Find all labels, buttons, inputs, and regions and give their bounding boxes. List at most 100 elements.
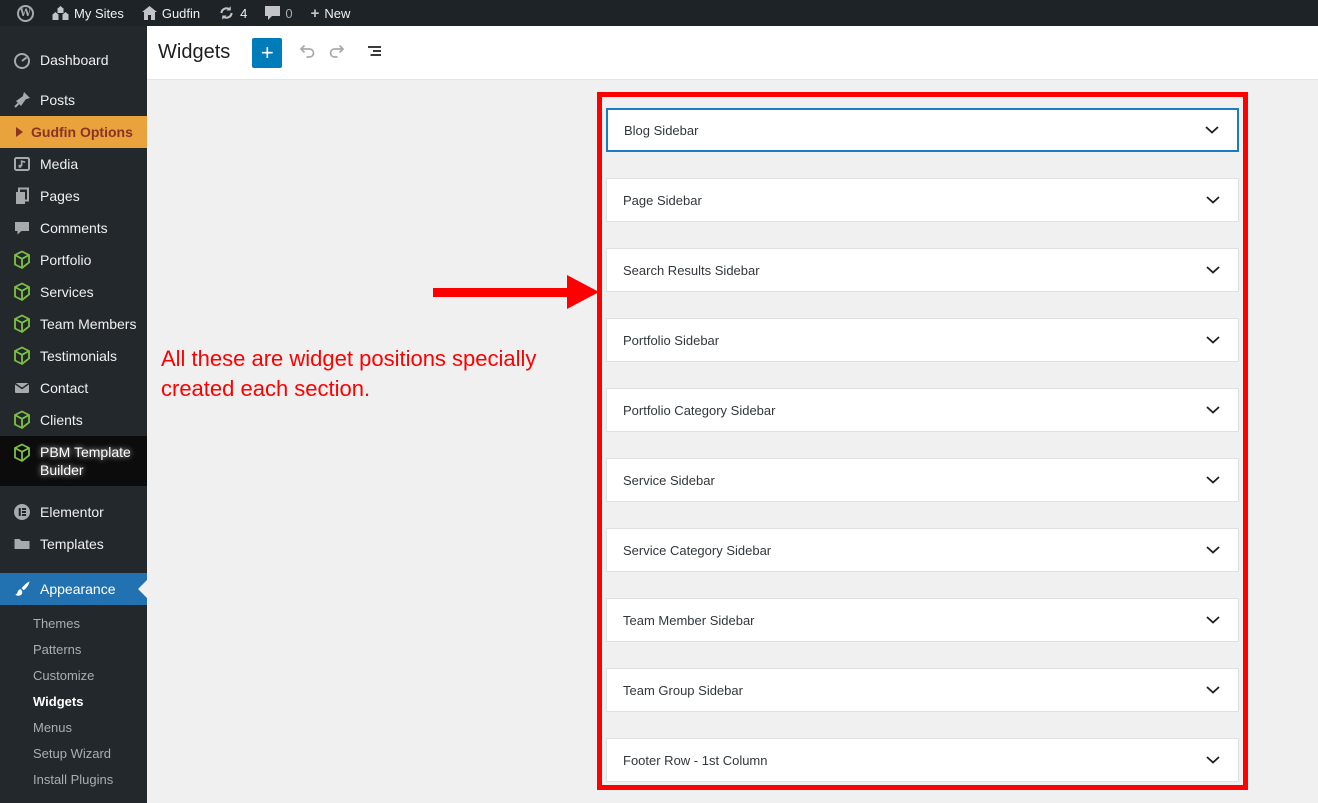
updates-icon (218, 5, 235, 21)
widget-area-portfolio-sidebar[interactable]: Portfolio Sidebar (606, 318, 1239, 362)
new-content-menu[interactable]: + New (302, 0, 360, 26)
pbm-cube-icon (12, 346, 32, 366)
add-block-button[interactable]: + (252, 38, 282, 68)
media-icon (12, 154, 32, 174)
widget-area-label: Search Results Sidebar (623, 263, 760, 278)
widget-area-label: Blog Sidebar (624, 123, 698, 138)
wordpress-logo-icon: W (17, 5, 34, 22)
submenu-item-menus[interactable]: Menus (0, 715, 147, 741)
widget-area-service-category-sidebar[interactable]: Service Category Sidebar (606, 528, 1239, 572)
sidebar-item-elementor[interactable]: Elementor (0, 496, 147, 528)
sidebar-item-services[interactable]: Services (0, 276, 147, 308)
sidebar-item-testimonials[interactable]: Testimonials (0, 340, 147, 372)
home-icon (142, 6, 157, 20)
update-count: 4 (240, 6, 247, 21)
pbm-cube-icon (12, 314, 32, 334)
dashboard-icon (12, 50, 32, 70)
appearance-submenu: Themes Patterns Customize Widgets Menus … (0, 605, 147, 793)
admin-bar: W My Sites Gudfin (0, 0, 1318, 26)
chevron-down-icon (1206, 336, 1220, 344)
annotation-highlight-box: Blog Sidebar Page Sidebar Search Results… (597, 92, 1248, 790)
pbm-cube-icon (12, 410, 32, 430)
sidebar-item-dashboard[interactable]: Dashboard (0, 44, 147, 76)
widget-area-team-member-sidebar[interactable]: Team Member Sidebar (606, 598, 1239, 642)
widget-area-label: Service Category Sidebar (623, 543, 771, 558)
chevron-down-icon (1206, 616, 1220, 624)
pbm-cube-icon (12, 250, 32, 270)
submenu-item-patterns[interactable]: Patterns (0, 637, 147, 663)
pin-icon (12, 90, 32, 110)
chevron-down-icon (1205, 126, 1219, 134)
widget-area-label: Team Member Sidebar (623, 613, 755, 628)
widget-area-service-sidebar[interactable]: Service Sidebar (606, 458, 1239, 502)
chevron-down-icon (1206, 406, 1220, 414)
my-sites-menu[interactable]: My Sites (43, 0, 133, 26)
annotation-arrow-head-icon (567, 275, 599, 309)
sidebar-item-clients[interactable]: Clients (0, 404, 147, 436)
widget-area-label: Team Group Sidebar (623, 683, 743, 698)
submenu-item-themes[interactable]: Themes (0, 611, 147, 637)
folder-icon (12, 534, 32, 554)
sidebar-item-portfolio[interactable]: Portfolio (0, 244, 147, 276)
sidebar-item-media[interactable]: Media (0, 148, 147, 180)
redo-button[interactable] (322, 37, 354, 69)
submenu-item-install-plugins[interactable]: Install Plugins (0, 767, 147, 793)
sidebar-item-comments[interactable]: Comments (0, 212, 147, 244)
redo-icon (328, 41, 348, 64)
submenu-item-widgets[interactable]: Widgets (0, 689, 147, 715)
pages-icon (12, 186, 32, 206)
sidebar-item-templates[interactable]: Templates (0, 528, 147, 560)
sidebar-item-label: Comments (40, 220, 108, 236)
page-title: Widgets (158, 41, 230, 64)
chevron-down-icon (1206, 546, 1220, 554)
admin-sidebar: Dashboard Posts Gudfin Options Media (0, 26, 147, 803)
sidebar-item-contact[interactable]: Contact (0, 372, 147, 404)
sidebar-item-label: Media (40, 156, 78, 172)
chevron-down-icon (1206, 686, 1220, 694)
sidebar-item-team-members[interactable]: Team Members (0, 308, 147, 340)
sidebar-item-label: Portfolio (40, 252, 91, 268)
updates-menu[interactable]: 4 (209, 0, 256, 26)
sidebar-item-label: Contact (40, 380, 88, 396)
chevron-down-icon (1206, 196, 1220, 204)
annotation-arrow (433, 288, 569, 297)
comments-menu[interactable]: 0 (256, 0, 301, 26)
sidebar-item-pages[interactable]: Pages (0, 180, 147, 212)
comment-count: 0 (285, 6, 292, 21)
submenu-item-setup-wizard[interactable]: Setup Wizard (0, 741, 147, 767)
widget-area-footer-row-1st-column[interactable]: Footer Row - 1st Column (606, 738, 1239, 782)
widget-area-search-results-sidebar[interactable]: Search Results Sidebar (606, 248, 1239, 292)
new-label: New (324, 6, 350, 21)
sidebar-item-label: Appearance (40, 581, 116, 597)
sidebar-item-pbm-template-builder[interactable]: PBM Template Builder (0, 436, 147, 486)
sidebar-item-label: Gudfin Options (31, 124, 133, 140)
sidebar-item-label: Dashboard (40, 52, 109, 68)
widget-area-team-group-sidebar[interactable]: Team Group Sidebar (606, 668, 1239, 712)
comment-icon (265, 6, 280, 20)
widget-area-page-sidebar[interactable]: Page Sidebar (606, 178, 1239, 222)
list-view-icon (364, 41, 384, 64)
pbm-cube-icon (12, 282, 32, 302)
sidebar-item-label: Clients (40, 412, 83, 428)
widget-area-portfolio-category-sidebar[interactable]: Portfolio Category Sidebar (606, 388, 1239, 432)
flyout-arrow-icon (16, 127, 23, 137)
site-name-label: Gudfin (162, 6, 200, 21)
undo-button[interactable] (290, 37, 322, 69)
submenu-item-customize[interactable]: Customize (0, 663, 147, 689)
wordpress-menu[interactable]: W (8, 0, 43, 26)
widget-area-label: Page Sidebar (623, 193, 702, 208)
my-sites-label: My Sites (74, 6, 124, 21)
list-view-button[interactable] (358, 37, 390, 69)
widgets-editor-toolbar: Widgets + (147, 26, 1318, 80)
sidebar-item-posts[interactable]: Posts (0, 84, 147, 116)
sidebar-item-appearance[interactable]: Appearance (0, 573, 147, 605)
chevron-down-icon (1206, 476, 1220, 484)
sidebar-item-label: Services (40, 284, 94, 300)
site-menu[interactable]: Gudfin (133, 0, 209, 26)
sidebar-item-label: Posts (40, 92, 75, 108)
elementor-icon (12, 502, 32, 522)
envelope-icon (12, 378, 32, 398)
sidebar-item-gudfin-options[interactable]: Gudfin Options (0, 116, 147, 148)
widget-area-blog-sidebar[interactable]: Blog Sidebar (606, 108, 1239, 152)
comment-bubble-icon (12, 218, 32, 238)
